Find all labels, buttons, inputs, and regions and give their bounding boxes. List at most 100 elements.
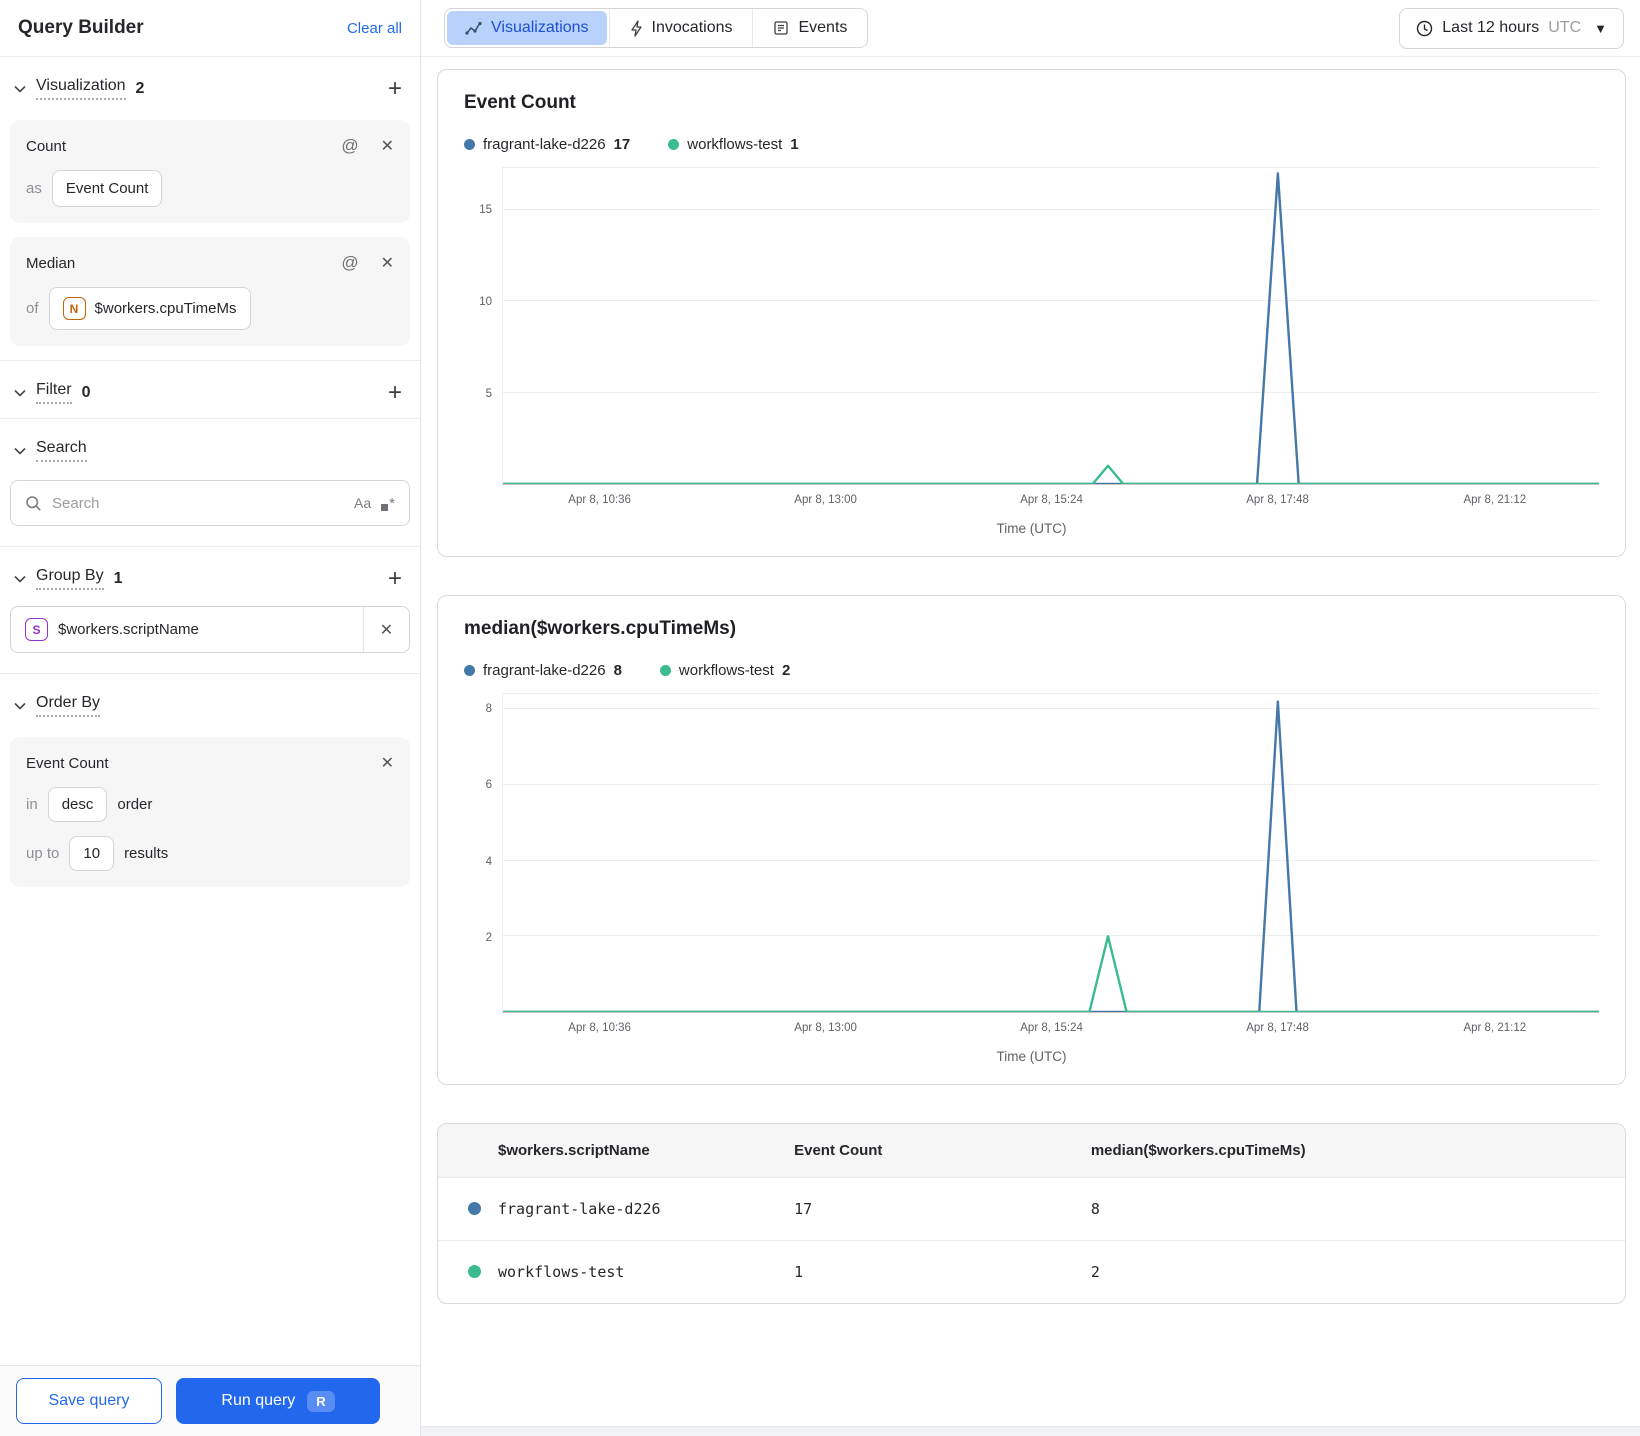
median-field-value: $workers.cpuTimeMs <box>94 300 237 317</box>
sort-direction-selector[interactable]: desc <box>47 787 108 822</box>
x-tick-label: Apr 8, 17:48 <box>1246 1022 1309 1034</box>
result-limit-field[interactable]: 10 <box>69 836 115 871</box>
time-range-label: Last 12 hours <box>1442 19 1540 36</box>
plot-area[interactable] <box>502 167 1599 485</box>
x-tick-label: Apr 8, 15:24 <box>1020 494 1083 506</box>
bottom-strip <box>421 1426 1640 1436</box>
add-visualization-button[interactable]: + <box>388 76 402 100</box>
y-tick-label: 10 <box>479 296 492 309</box>
legend-dot <box>464 665 475 676</box>
remove-order-by-button[interactable]: ✕ <box>381 753 394 773</box>
legend-series-name: fragrant-lake-d226 <box>483 662 606 679</box>
chevron-down-icon[interactable] <box>12 81 28 97</box>
results-label: results <box>124 845 169 862</box>
clear-all-link[interactable]: Clear all <box>347 20 402 37</box>
in-label: in <box>26 796 38 813</box>
x-tick-label: Apr 8, 21:12 <box>1463 494 1527 506</box>
tab-visualizations[interactable]: Visualizations <box>447 11 607 45</box>
save-query-button[interactable]: Save query <box>16 1378 162 1424</box>
legend-series-name: workflows-test <box>687 136 783 153</box>
legend-dot <box>659 665 671 676</box>
remove-median-button[interactable]: ✕ <box>381 253 394 273</box>
legend-series-value: 1 <box>790 136 799 153</box>
plot-area[interactable] <box>502 693 1599 1013</box>
of-label: of <box>26 300 39 317</box>
chevron-down-icon[interactable] <box>12 571 28 587</box>
chart-legend: fragrant-lake-d226 8 workflows-test 2 <box>464 662 1599 679</box>
x-tick-label: Apr 8, 21:12 <box>1463 1022 1527 1034</box>
order-label: order <box>117 796 153 813</box>
tab-invocations[interactable]: Invocations <box>608 9 753 47</box>
main-area: Visualizations Invocations Events Last 1… <box>421 0 1640 1436</box>
clock-icon <box>1417 20 1433 36</box>
filter-section-label: Filter <box>36 381 72 404</box>
series-line-fragrant-lake-d226 <box>503 173 1599 484</box>
legend-item[interactable]: workflows-test 1 <box>668 136 799 153</box>
as-label: as <box>26 180 42 197</box>
string-type-badge-icon: S <box>25 618 48 641</box>
chevron-down-icon[interactable] <box>12 443 28 459</box>
chevron-down-icon[interactable] <box>12 385 28 401</box>
cell-script-name: workflows-test <box>498 1263 625 1281</box>
legend-item[interactable]: fragrant-lake-d226 8 <box>464 662 622 679</box>
lightning-icon <box>630 19 643 37</box>
legend-item[interactable]: workflows-test 2 <box>659 662 790 679</box>
tab-events-label: Events <box>798 19 848 36</box>
number-type-badge-icon: N <box>62 297 86 320</box>
search-icon <box>26 495 41 511</box>
remove-count-button[interactable]: ✕ <box>381 136 394 156</box>
regex-icon[interactable]: * <box>381 495 395 512</box>
x-tick-label: Apr 8, 17:48 <box>1246 494 1309 506</box>
series-color-dot <box>468 1202 481 1215</box>
chevron-down-icon[interactable] <box>12 698 28 714</box>
query-builder-sidebar: Query Builder Clear all Visualization 2 … <box>0 0 421 1436</box>
results-table: $workers.scriptName Event Count median($… <box>438 1124 1625 1303</box>
group-by-item[interactable]: S $workers.scriptName ✕ <box>10 606 410 653</box>
event-count-alias-field[interactable]: Event Count <box>51 170 163 207</box>
column-header-script-name: $workers.scriptName <box>498 1142 650 1159</box>
legend-series-name: workflows-test <box>678 662 774 679</box>
y-tick-label: 5 <box>485 388 492 401</box>
table-row[interactable]: fragrant-lake-d226 17 8 <box>438 1177 1625 1241</box>
order-by-card: Event Count ✕ in desc order up to 10 res… <box>10 737 410 887</box>
table-header-row: $workers.scriptName Event Count median($… <box>438 1124 1625 1178</box>
remove-group-by-button[interactable]: ✕ <box>363 607 409 652</box>
at-mention-icon[interactable]: @ <box>341 136 358 156</box>
median-field-selector[interactable]: N $workers.cpuTimeMs <box>48 287 251 330</box>
column-header-median: median($workers.cpuTimeMs) <box>1090 1142 1306 1159</box>
add-filter-button[interactable]: + <box>388 380 402 404</box>
view-tabs: Visualizations Invocations Events <box>444 8 869 48</box>
visualization-section-label: Visualization <box>36 77 126 100</box>
series-line-workflows-test <box>503 936 1599 1012</box>
cell-event-count: 1 <box>794 1240 1091 1303</box>
x-tick-label: Apr 8, 10:36 <box>568 494 631 506</box>
column-header-event-count: Event Count <box>794 1142 883 1159</box>
group-by-section-label: Group By <box>36 567 104 590</box>
visualization-count: 2 <box>135 79 145 97</box>
y-tick-label: 4 <box>485 855 492 868</box>
y-tick-label: 15 <box>479 204 492 217</box>
match-case-icon[interactable]: Aa <box>354 495 371 511</box>
tab-events[interactable]: Events <box>752 9 868 47</box>
time-range-selector[interactable]: Last 12 hours UTC ▼ <box>1399 7 1624 49</box>
sidebar-header: Query Builder Clear all <box>0 0 420 57</box>
tab-invocations-label: Invocations <box>651 19 733 36</box>
legend-item[interactable]: fragrant-lake-d226 17 <box>464 136 630 153</box>
search-input[interactable] <box>52 494 345 512</box>
count-visualization-card: Count @ ✕ as Event Count <box>10 120 410 223</box>
run-query-button[interactable]: Run query R <box>176 1378 380 1424</box>
table-body: fragrant-lake-d226 17 8 workflows-test 1 2 <box>438 1177 1625 1303</box>
order-by-section-label: Order By <box>36 694 101 717</box>
event-count-chart-card: Event Count fragrant-lake-d226 17 workflo… <box>437 69 1626 557</box>
y-tick-label: 6 <box>485 779 492 792</box>
add-group-by-button[interactable]: + <box>388 566 402 590</box>
at-mention-icon[interactable]: @ <box>341 253 358 273</box>
group-by-field-value: $workers.scriptName <box>58 621 199 638</box>
filter-count: 0 <box>81 383 91 401</box>
legend-series-value: 8 <box>613 662 622 679</box>
event-log-icon <box>773 20 789 36</box>
table-row[interactable]: workflows-test 1 2 <box>438 1240 1625 1303</box>
visualization-section-header: Visualization 2 + <box>0 57 420 114</box>
x-tick-label: Apr 8, 15:24 <box>1020 1022 1083 1034</box>
app: Query Builder Clear all Visualization 2 … <box>0 0 1640 1436</box>
